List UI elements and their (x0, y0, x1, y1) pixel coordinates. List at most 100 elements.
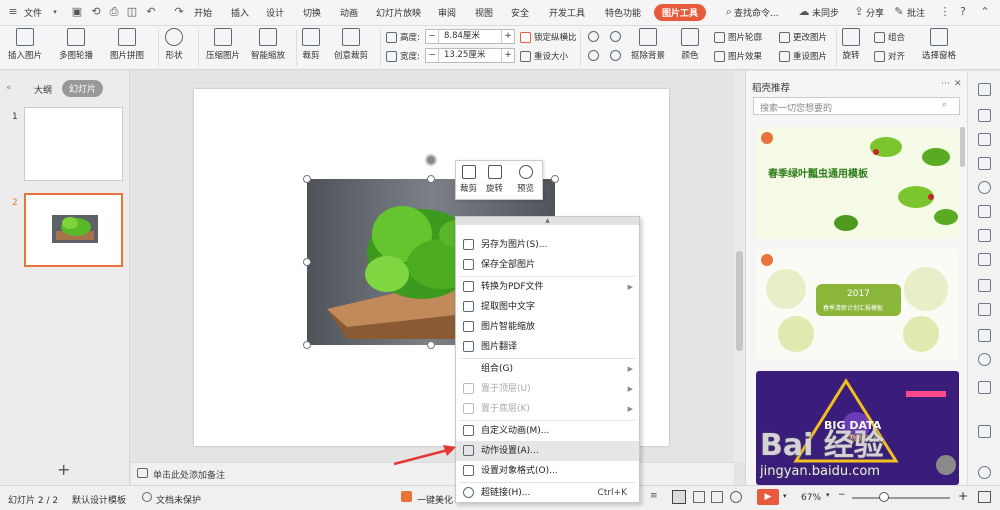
account-icon[interactable] (978, 466, 991, 479)
tab-animation[interactable]: 动画 (340, 6, 358, 19)
selection-pane-button[interactable]: 选择窗格 (922, 28, 956, 61)
scrollbar-thumb[interactable] (736, 251, 743, 351)
tab-features[interactable]: 特色功能 (605, 6, 641, 19)
cursor-icon[interactable] (978, 83, 991, 96)
export-icon[interactable] (978, 229, 991, 242)
location-icon[interactable] (978, 181, 991, 194)
search-icon[interactable]: ⌕ (942, 100, 947, 110)
more-icon[interactable]: ⋮ (938, 5, 952, 19)
panel-menu-icon[interactable]: ⋯ (941, 79, 950, 89)
tab-security[interactable]: 安全 (511, 6, 529, 19)
help-icon[interactable]: ? (956, 5, 970, 19)
chevron-down-icon[interactable]: ▾ (48, 5, 62, 19)
notes-toggle-icon[interactable]: ≡ (650, 491, 658, 501)
resize-handle-w[interactable] (303, 258, 311, 266)
slide-thumbnail-2[interactable] (24, 193, 123, 267)
menu-item-custom-animation[interactable]: 自定义动画(M)... (456, 421, 639, 441)
share-button[interactable]: 分享 (866, 6, 884, 19)
compress-button[interactable]: 压缩图片 (206, 28, 240, 61)
settings-icon[interactable] (978, 425, 991, 438)
save-icon[interactable]: ▣ (70, 5, 84, 19)
sharpen-icon[interactable] (588, 50, 602, 61)
menu-item-bring-to-front[interactable]: 置于顶层(U) ▶ (456, 379, 639, 399)
group-button[interactable]: 组合 (874, 31, 905, 43)
menu-item-format-object[interactable]: 设置对象格式(O)... (456, 461, 639, 481)
sorter-view-icon[interactable] (693, 491, 705, 503)
tab-picture-tools[interactable]: 图片工具 (654, 4, 707, 21)
resize-handle-ne[interactable] (551, 175, 559, 183)
panel-scrollbar[interactable] (960, 127, 965, 167)
width-input[interactable]: −13.25厘米 + (425, 48, 515, 63)
picture-collage-button[interactable]: 图片拼图 (110, 28, 144, 61)
document-protection[interactable]: 文档未保护 (156, 493, 201, 506)
rotate-handle-icon[interactable] (425, 154, 437, 166)
menu-item-save-all-pictures[interactable]: 保存全部图片 (456, 255, 639, 275)
mini-rotate-button[interactable]: 旋转 (486, 165, 503, 194)
template-card-2[interactable]: 2017 春季清新计划汇报模板 (756, 249, 959, 361)
tab-insert[interactable]: 插入 (231, 6, 249, 19)
resize-handle-n[interactable] (427, 175, 435, 183)
mini-crop-button[interactable]: 裁剪 (460, 165, 477, 194)
notes-view-icon[interactable] (730, 491, 742, 503)
menu-item-send-to-back[interactable]: 置于底层(K) ▶ (456, 399, 639, 419)
blur-icon[interactable] (610, 50, 624, 61)
tab-transition[interactable]: 切换 (303, 6, 321, 19)
table-icon[interactable] (978, 205, 991, 218)
backup-icon[interactable] (978, 381, 991, 394)
reset-size-button[interactable]: 重设大小 (520, 50, 568, 62)
help-circle-icon[interactable] (978, 353, 991, 366)
design-template[interactable]: 默认设计模板 (72, 493, 126, 506)
insert-picture-button[interactable]: 插入图片 (8, 28, 42, 61)
height-minus[interactable]: − (426, 30, 439, 43)
share-panel-icon[interactable] (978, 329, 991, 342)
picture-effect-button[interactable]: 图片效果 (714, 50, 762, 62)
crop-button[interactable]: 裁剪 (302, 28, 320, 61)
collapse-icon[interactable]: ⌃ (978, 5, 992, 19)
chat-icon[interactable] (936, 455, 956, 475)
color-button[interactable]: 颜色 (681, 28, 699, 61)
shape-style-icon[interactable] (978, 109, 991, 122)
menu-item-convert-pdf[interactable]: 转换为PDF文件 ▶ (456, 277, 639, 297)
zoom-slider-thumb[interactable] (879, 492, 889, 502)
undo-history-icon[interactable]: ⟲ (89, 5, 103, 19)
tab-slides[interactable]: 幻灯片 (62, 80, 104, 97)
stats-icon[interactable] (978, 279, 991, 292)
rotate-button[interactable]: 旋转 (842, 28, 860, 61)
width-minus[interactable]: − (426, 49, 439, 62)
zoom-slider[interactable] (852, 497, 950, 499)
menu-item-translate[interactable]: 图片翻译 (456, 337, 639, 357)
width-plus[interactable]: + (501, 49, 514, 62)
cloud-icon[interactable]: ☁ (797, 5, 811, 19)
tab-home[interactable]: 开始 (194, 6, 212, 19)
shape-button[interactable]: 形状 (165, 28, 183, 61)
format-icon[interactable] (978, 253, 991, 266)
multi-outline-button[interactable]: 多图轮播 (59, 28, 93, 61)
remove-background-button[interactable]: 抠除背景 (631, 28, 665, 61)
play-options-chevron-icon[interactable]: ▾ (783, 492, 787, 500)
menu-item-save-as-picture[interactable]: 另存为图片(S)... (456, 235, 639, 255)
hamburger-icon[interactable]: ≡ (6, 5, 20, 19)
zoom-dropdown-icon[interactable]: ▾ (826, 491, 830, 499)
fit-window-icon[interactable] (978, 491, 991, 503)
menu-item-smart-zoom[interactable]: 图片智能缩放 (456, 317, 639, 337)
height-plus[interactable]: + (501, 30, 514, 43)
undo-icon[interactable]: ↶ (144, 5, 158, 19)
smart-zoom-button[interactable]: 智能缩放 (251, 28, 285, 61)
picture-outline-button[interactable]: 图片轮廓 (714, 31, 762, 43)
tab-outline[interactable]: 大纲 (34, 83, 52, 96)
search-command[interactable]: 查找命令... (734, 6, 779, 19)
creative-crop-button[interactable]: 创意裁剪 (334, 28, 368, 61)
comment-button[interactable]: 批注 (907, 6, 925, 19)
tab-slideshow[interactable]: 幻灯片放映 (376, 6, 421, 19)
menu-item-hyperlink[interactable]: 超链接(H)... Ctrl+K (456, 483, 639, 503)
edit-icon[interactable] (978, 303, 991, 316)
preview-icon[interactable]: ◫ (125, 5, 139, 19)
menu-item-extract-text[interactable]: 提取图中文字 (456, 297, 639, 317)
menu-item-group[interactable]: 组合(G) ▶ (456, 359, 639, 379)
notes-placeholder[interactable]: 单击此处添加备注 (153, 468, 225, 481)
print-icon[interactable]: ⎙ (107, 5, 121, 19)
normal-view-icon[interactable] (672, 490, 686, 504)
share-icon[interactable]: ⇪ (852, 5, 866, 19)
reset-picture-button[interactable]: 重设图片 (779, 50, 827, 62)
menu-scroll-up-icon[interactable]: ▲ (456, 217, 639, 225)
